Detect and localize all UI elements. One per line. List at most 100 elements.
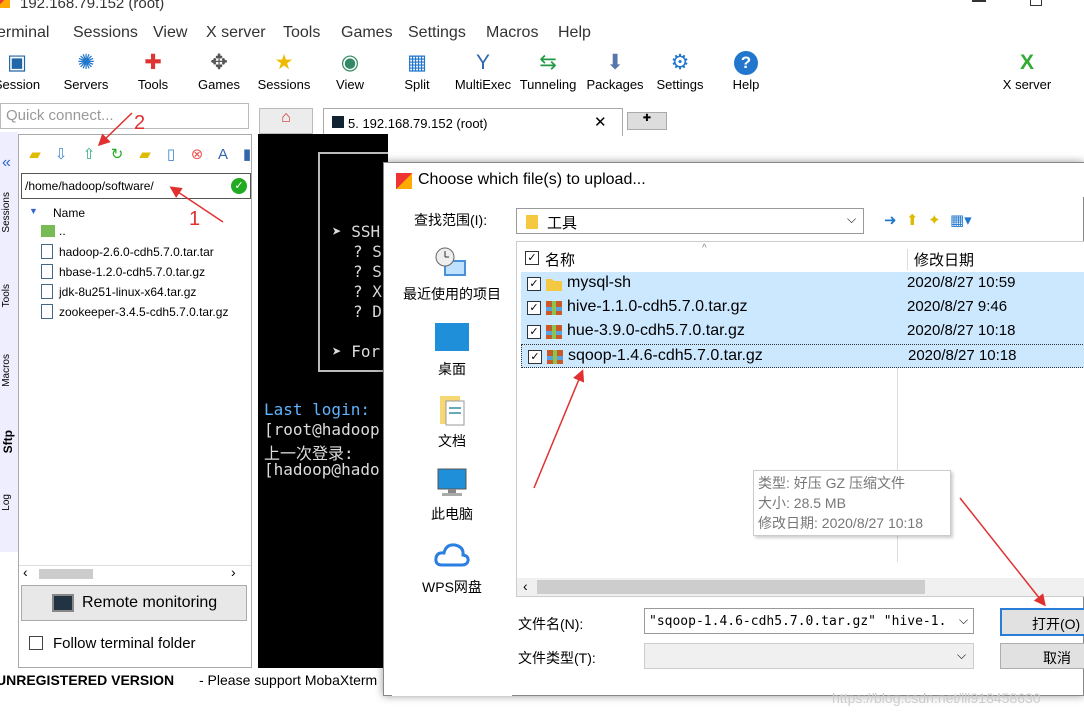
menu-xserver[interactable]: X server bbox=[206, 24, 266, 42]
chevron-down-icon[interactable]: ⌵ bbox=[957, 648, 966, 663]
terminal-icon bbox=[332, 116, 344, 128]
properties-icon[interactable]: ▮ bbox=[237, 145, 257, 165]
archive-icon bbox=[546, 301, 562, 315]
xserver-button[interactable]: XX server bbox=[998, 48, 1056, 100]
terminal[interactable]: ➤ SSH ? S ? S ? X ? D ➤ For Last login: … bbox=[258, 134, 388, 668]
new-folder-icon[interactable]: ▰ bbox=[135, 145, 155, 165]
place-desktop[interactable]: 桌面 bbox=[392, 321, 512, 379]
menu-tools[interactable]: Tools bbox=[283, 24, 320, 42]
scroll-thumb[interactable] bbox=[537, 580, 925, 594]
menu-games[interactable]: Games bbox=[341, 24, 393, 42]
select-all-checkbox[interactable]: ✓ bbox=[525, 251, 539, 265]
dialog-title: Choose which file(s) to upload... bbox=[418, 171, 646, 188]
new-file-icon[interactable]: ▯ bbox=[161, 145, 181, 165]
close-icon[interactable]: ✕ bbox=[594, 113, 607, 131]
file-row[interactable]: ✓ hue-3.9.0-cdh5.7.0.tar.gz 2020/8/27 10… bbox=[521, 320, 1084, 344]
side-tab-sessions[interactable]: Sessions bbox=[1, 192, 17, 233]
file-list-scrollbar[interactable]: ‹ bbox=[517, 578, 1084, 596]
menu-macros[interactable]: Macros bbox=[486, 24, 538, 42]
servers-button[interactable]: ✺ Servers bbox=[58, 48, 114, 100]
look-in-dropdown[interactable]: 工具 ⌵ bbox=[516, 208, 864, 234]
follow-terminal-checkbox[interactable]: Follow terminal folder bbox=[29, 635, 196, 652]
maximize-icon[interactable] bbox=[1030, 0, 1042, 6]
multiexec-button[interactable]: Y MultiExec bbox=[452, 48, 514, 100]
up-folder-icon[interactable]: ⬆ bbox=[906, 211, 919, 229]
quick-connect-placeholder: Quick connect... bbox=[6, 107, 114, 124]
place-recent[interactable]: 最近使用的项目 bbox=[392, 246, 512, 304]
packages-button[interactable]: ⬇ Packages bbox=[586, 48, 644, 100]
collapse-chevron-icon[interactable]: « bbox=[2, 154, 11, 172]
refresh-icon[interactable]: ↻ bbox=[107, 145, 127, 165]
menu-view[interactable]: View bbox=[153, 24, 187, 42]
quick-connect-input[interactable]: Quick connect... bbox=[0, 103, 249, 129]
scroll-left-icon[interactable]: ‹ bbox=[523, 578, 528, 594]
column-date-header[interactable]: 修改日期 bbox=[907, 249, 974, 270]
row-checkbox[interactable]: ✓ bbox=[528, 350, 542, 364]
sftp-file-row[interactable]: jdk-8u251-linux-x64.tar.gz bbox=[41, 284, 251, 304]
app-icon bbox=[0, 0, 10, 8]
scroll-left-icon[interactable]: ‹ bbox=[23, 564, 28, 580]
sftp-path-text: /home/hadoop/software/ bbox=[25, 179, 154, 193]
parent-dir-row[interactable]: .. bbox=[41, 224, 251, 244]
session-button[interactable]: ▣Session bbox=[0, 48, 44, 100]
new-tab-button[interactable]: ✚ bbox=[627, 112, 667, 130]
sftp-list-header[interactable]: ▼ Name bbox=[19, 205, 251, 223]
scroll-thumb[interactable] bbox=[39, 569, 93, 579]
remote-monitoring-button[interactable]: Remote monitoring bbox=[21, 585, 247, 621]
delete-icon[interactable]: ⊗ bbox=[187, 145, 207, 165]
sftp-file-row[interactable]: hbase-1.2.0-cdh5.7.0.tar.gz bbox=[41, 264, 251, 284]
rename-icon[interactable]: A bbox=[213, 145, 233, 165]
open-button[interactable]: 打开(O) bbox=[1000, 608, 1084, 636]
home-tab[interactable]: ⌂ bbox=[259, 108, 313, 134]
sftp-file-row[interactable]: zookeeper-3.4.5-cdh5.7.0.tar.gz bbox=[41, 304, 251, 324]
row-checkbox[interactable]: ✓ bbox=[527, 277, 541, 291]
side-tab-tools[interactable]: Tools bbox=[1, 284, 17, 307]
settings-button[interactable]: ⚙ Settings bbox=[652, 48, 708, 100]
file-row[interactable]: ✓ hive-1.1.0-cdh5.7.0.tar.gz 2020/8/27 9… bbox=[521, 296, 1084, 320]
chevron-down-icon[interactable]: ⌵ bbox=[957, 613, 969, 628]
sftp-path-field[interactable]: /home/hadoop/software/ ✓ bbox=[21, 173, 251, 199]
view-menu-icon[interactable]: ▦▾ bbox=[950, 211, 972, 229]
download-icon[interactable]: ⇩ bbox=[51, 145, 71, 165]
tools-button[interactable]: ✚ Tools bbox=[128, 48, 178, 100]
menu-terminal[interactable]: erminal bbox=[0, 24, 49, 42]
tunneling-icon: ⇆ bbox=[539, 51, 557, 74]
upload-icon[interactable]: ⇧ bbox=[79, 145, 99, 165]
filename-input[interactable]: "sqoop-1.4.6-cdh5.7.0.tar.gz" "hive-1. ⌵ bbox=[644, 608, 974, 634]
check-icon[interactable]: ✓ bbox=[231, 178, 247, 194]
folder-up-icon[interactable]: ▰ bbox=[25, 145, 45, 165]
help-button[interactable]: ? Help bbox=[722, 48, 770, 100]
row-checkbox[interactable]: ✓ bbox=[527, 325, 541, 339]
file-list[interactable]: ✓ ^ 名称 修改日期 ✓ mysql-sh 2020/8/27 10:59 ✓… bbox=[516, 241, 1084, 597]
games-button[interactable]: ✥ Games bbox=[193, 48, 245, 100]
side-tab-macros[interactable]: Macros bbox=[1, 354, 17, 387]
terminal-line: Last login: bbox=[264, 400, 370, 419]
new-folder-icon[interactable]: ✦ bbox=[928, 211, 941, 229]
sessions-button[interactable]: ★ Sessions bbox=[254, 48, 314, 100]
side-tab-sftp[interactable]: Sftp bbox=[1, 430, 17, 453]
tab-session-5[interactable]: 5. 192.168.79.152 (root) ✕ bbox=[323, 108, 623, 136]
column-name-header[interactable]: 名称 bbox=[545, 249, 575, 270]
cancel-button[interactable]: 取消 bbox=[1000, 643, 1084, 669]
menu-settings[interactable]: Settings bbox=[408, 24, 466, 42]
file-row[interactable]: ✓ sqoop-1.4.6-cdh5.7.0.tar.gz 2020/8/27 … bbox=[521, 344, 1084, 368]
back-icon[interactable]: ➜ bbox=[884, 211, 897, 229]
view-button[interactable]: ◉ View bbox=[326, 48, 374, 100]
checkbox-box[interactable] bbox=[29, 636, 43, 650]
terminal-banner-line: ? D bbox=[353, 302, 382, 321]
tunneling-button[interactable]: ⇆ Tunneling bbox=[518, 48, 578, 100]
side-tab-log[interactable]: Log bbox=[1, 494, 17, 511]
menu-sessions[interactable]: Sessions bbox=[73, 24, 138, 42]
sftp-horizontal-scrollbar[interactable]: ‹ › bbox=[19, 564, 251, 581]
sftp-file-row[interactable]: hadoop-2.6.0-cdh5.7.0.tar.tar bbox=[41, 244, 251, 264]
minimize-icon[interactable] bbox=[972, 0, 986, 2]
scroll-right-icon[interactable]: › bbox=[231, 564, 236, 580]
file-row[interactable]: ✓ mysql-sh 2020/8/27 10:59 bbox=[521, 272, 1084, 296]
filetype-select[interactable]: ⌵ bbox=[644, 643, 974, 669]
place-wps-cloud[interactable]: WPS网盘 bbox=[392, 539, 512, 597]
place-this-pc[interactable]: 此电脑 bbox=[392, 466, 512, 524]
row-checkbox[interactable]: ✓ bbox=[527, 301, 541, 315]
place-documents[interactable]: 文档 bbox=[392, 393, 512, 451]
split-button[interactable]: ▦ Split bbox=[394, 48, 440, 100]
menu-help[interactable]: Help bbox=[558, 24, 591, 42]
